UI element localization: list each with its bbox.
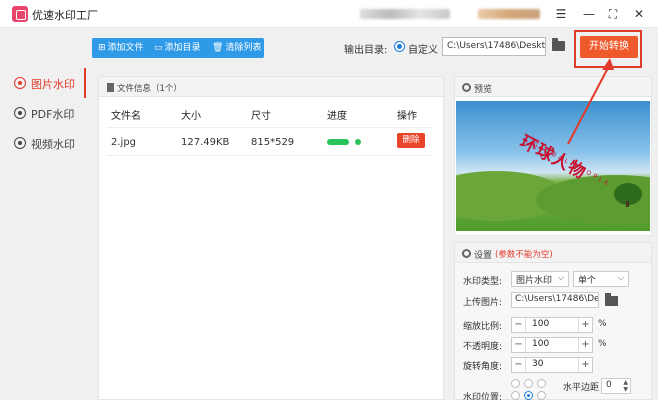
tree-trunk	[626, 201, 629, 207]
sidebar-item-video-watermark[interactable]: 视频水印	[0, 128, 86, 158]
file-size-cell: 127.49KB	[181, 137, 230, 148]
blurred-user-info	[360, 9, 450, 19]
settings-title: 设置	[474, 251, 493, 261]
document-icon	[107, 83, 114, 92]
chevron-down-icon: ⌵	[557, 273, 564, 282]
blurred-account-badge	[478, 9, 540, 19]
watermark-type-select[interactable]: 图片水印 ⌵	[511, 271, 569, 287]
settings-panel: 设置 (参数不能为空) 水印类型: 图片水印 ⌵ 单个 ⌵ 上传图片: C:\U…	[454, 242, 652, 400]
opacity-value: 100	[532, 339, 550, 349]
watermark-type-label: 水印类型:	[463, 277, 503, 287]
watermark-mode-select[interactable]: 单个 ⌵	[573, 271, 629, 287]
opacity-percent: %	[598, 339, 607, 349]
column-header-progress: 进度	[327, 111, 347, 122]
file-panel-header: 文件信息（1个）	[99, 77, 443, 97]
minus-icon[interactable]: −	[512, 338, 526, 352]
column-header-filename: 文件名	[111, 111, 141, 122]
scale-percent: %	[598, 319, 607, 329]
file-dimensions-cell: 815*529	[251, 137, 295, 148]
watermark-type-value: 图片水印	[516, 276, 553, 286]
sidebar-item-label: 图片水印	[31, 78, 75, 91]
add-file-icon: ⊞	[98, 43, 106, 53]
upload-image-label: 上传图片:	[463, 298, 503, 308]
preview-title: 预览	[474, 85, 493, 95]
menu-icon[interactable]: ☰	[552, 5, 570, 23]
app-logo-icon	[12, 6, 28, 22]
chevron-down-icon: ⌵	[617, 273, 624, 282]
position-radio-middle-left[interactable]	[511, 391, 520, 400]
sidebar-item-image-watermark[interactable]: 图片水印	[0, 68, 86, 98]
position-radio-top-center[interactable]	[524, 379, 533, 388]
sidebar: 图片水印 PDF水印 视频水印	[0, 68, 88, 400]
file-name-cell: 2.jpg	[111, 137, 137, 148]
settings-gear-icon	[462, 249, 471, 258]
minimize-icon[interactable]: —	[580, 5, 598, 23]
opacity-stepper[interactable]: − 100 +	[511, 337, 593, 353]
sidebar-item-label: 视频水印	[31, 138, 75, 151]
app-title: 优速水印工厂	[32, 9, 98, 22]
progress-status-dot	[355, 139, 361, 145]
gear-icon	[462, 83, 471, 92]
rotation-stepper[interactable]: − 30 +	[511, 357, 593, 373]
column-header-action: 操作	[397, 111, 417, 122]
add-file-button[interactable]: ⊞ 添加文件	[98, 38, 144, 58]
add-folder-label: 添加目录	[164, 43, 201, 53]
settings-header: 设置 (参数不能为空)	[455, 243, 651, 263]
add-folder-icon: ▭	[154, 43, 163, 53]
clear-list-button[interactable]: 🗑 清除列表	[212, 38, 261, 58]
output-dir-label: 输出目录:	[344, 45, 388, 56]
scale-label: 缩放比例:	[463, 322, 503, 332]
spinner-icon[interactable]: ▲ ▼	[623, 379, 628, 393]
sidebar-item-label: PDF水印	[31, 108, 75, 121]
column-header-size: 大小	[181, 111, 201, 122]
minus-icon[interactable]: −	[512, 318, 526, 332]
annotation-arrow	[567, 58, 614, 145]
column-header-dimensions: 尺寸	[251, 111, 271, 122]
title-bar: 优速水印工厂 ☰ — ⛶ ✕	[0, 0, 658, 28]
add-file-label: 添加文件	[107, 43, 144, 53]
position-radio-middle-right[interactable]	[537, 391, 546, 400]
opacity-label: 不透明度:	[463, 342, 503, 352]
add-folder-button[interactable]: ▭ 添加目录	[154, 38, 201, 58]
row-divider	[107, 155, 433, 156]
horizontal-margin-value: 0	[606, 380, 612, 390]
sidebar-item-pdf-watermark[interactable]: PDF水印	[0, 98, 86, 128]
clear-list-label: 清除列表	[225, 43, 262, 53]
upload-image-input[interactable]: C:\Users\17486\Des	[511, 292, 599, 308]
output-path-input[interactable]: C:\Users\17486\Deskto	[442, 37, 546, 56]
file-panel-title: 文件信息（1个）	[117, 84, 182, 94]
pdf-watermark-icon	[14, 107, 26, 119]
custom-radio-label: 自定义	[408, 45, 438, 56]
trash-icon: 🗑	[212, 43, 224, 53]
rotation-value: 30	[532, 359, 544, 369]
plus-icon[interactable]: +	[578, 318, 592, 332]
start-convert-button[interactable]: 开始转换	[580, 36, 638, 58]
plus-icon[interactable]: +	[578, 338, 592, 352]
scale-stepper[interactable]: − 100 +	[511, 317, 593, 333]
file-info-panel: 文件信息（1个） 文件名 大小 尺寸 进度 操作 2.jpg 127.49KB …	[98, 76, 444, 400]
custom-radio[interactable]	[394, 41, 405, 52]
horizontal-margin-input[interactable]: 0 ▲ ▼	[601, 378, 631, 394]
position-radio-top-left[interactable]	[511, 379, 520, 388]
image-watermark-icon	[14, 77, 26, 89]
progress-bar	[327, 139, 349, 145]
position-radio-center[interactable]	[524, 391, 533, 400]
watermark-position-label: 水印位置:	[463, 393, 503, 400]
delete-button[interactable]: 删除	[397, 133, 425, 148]
scale-value: 100	[532, 319, 550, 329]
horizontal-margin-label: 水平边距	[563, 383, 600, 393]
close-icon[interactable]: ✕	[630, 5, 648, 23]
plus-icon[interactable]: +	[578, 358, 592, 372]
upload-folder-icon[interactable]	[605, 293, 618, 306]
maximize-icon[interactable]: ⛶	[604, 5, 622, 23]
folder-icon[interactable]	[552, 38, 565, 51]
minus-icon[interactable]: −	[512, 358, 526, 372]
position-radio-top-right[interactable]	[537, 379, 546, 388]
file-action-group: ⊞ 添加文件 ▭ 添加目录 🗑 清除列表	[92, 38, 264, 58]
video-watermark-icon	[14, 137, 26, 149]
header-divider	[107, 127, 433, 128]
settings-note: (参数不能为空)	[495, 250, 553, 260]
watermark-mode-value: 单个	[578, 276, 597, 286]
rotation-label: 旋转角度:	[463, 362, 503, 372]
